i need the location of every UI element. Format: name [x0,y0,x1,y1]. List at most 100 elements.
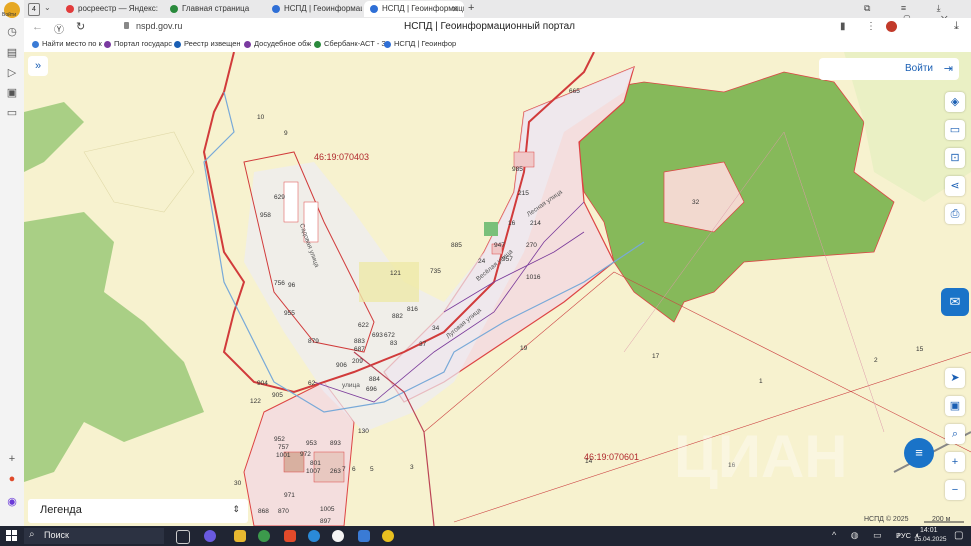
start-button[interactable] [6,530,18,542]
parcel-label[interactable]: 1016 [526,274,540,281]
legend-panel[interactable]: Легенда ⇕ [28,499,248,523]
parcel-label[interactable]: 971 [284,492,295,499]
parcel-label[interactable]: 1007 [306,468,320,475]
monitor-icon[interactable] [358,530,370,542]
parcel-label[interactable]: 893 [330,440,341,447]
parcel-label[interactable]: 7 [342,466,346,473]
new-tab-button[interactable]: + [468,2,474,14]
task-view-icon[interactable] [176,530,190,544]
video-icon[interactable]: ▷ [5,66,19,80]
app-icon[interactable] [204,530,216,542]
expand-panel-button[interactable]: » [28,56,48,76]
parcel-label[interactable]: 665 [569,88,580,95]
parcel-label[interactable]: 214 [530,220,541,227]
history-icon[interactable]: ◷ [5,25,19,39]
parcel-label[interactable]: 34 [432,325,439,332]
parcel-label[interactable]: 5 [370,466,374,473]
parcel-label[interactable]: 735 [430,268,441,275]
bookmark-item[interactable]: Реестр извещен [174,39,241,48]
menu-dots-icon[interactable]: ⋮ [866,21,876,32]
yandex-app-icon[interactable] [284,530,296,542]
bookmark-item[interactable]: Найти место по к [32,39,102,48]
minimap-button[interactable]: ▣ [945,396,965,416]
layers-button[interactable]: ◈ [945,92,965,112]
widget-icon[interactable]: ● [5,472,19,486]
ruler-button[interactable]: ▭ [945,120,965,140]
chat-button[interactable]: ✉ [941,288,969,316]
select-area-button[interactable]: ⊡ [945,148,965,168]
parcel-label[interactable]: 130 [358,428,369,435]
parcel-label[interactable]: 83 [390,340,397,347]
back-icon[interactable]: ← [32,21,43,33]
parcel-label[interactable]: 883 [354,338,365,345]
parcel-label[interactable]: 1 [759,378,763,385]
parcel-label[interactable]: 868 [258,508,269,515]
yandex-browser-icon[interactable] [332,530,344,542]
parcel-label[interactable]: 37 [419,341,426,348]
parcel-label[interactable]: 955 [284,310,295,317]
downloads-icon[interactable]: ⤓ [954,20,959,33]
parcel-label[interactable]: 882 [392,313,403,320]
parcel-label[interactable]: 24 [478,258,485,265]
parcel-label[interactable]: 3 [410,464,414,471]
parcel-label[interactable]: 687 [354,346,365,353]
close-tab-icon[interactable]: ✕ [451,1,459,17]
bookmarks-icon[interactable]: ▤ [5,46,19,60]
parcel-label[interactable]: 9 [284,130,288,137]
zoom-out-button[interactable]: − [945,480,965,500]
parcel-label[interactable]: 801 [310,460,321,467]
clock-time[interactable]: 14:01 [920,527,938,534]
tab-nspd-1[interactable]: НСПД | Геоинформацион [266,1,362,17]
parcel-label[interactable]: 696 [366,386,377,393]
parcel-label[interactable]: 947 [494,242,505,249]
locate-button[interactable]: ➤ [945,368,965,388]
yandex-icon[interactable]: Ⓨ [54,21,64,36]
parcel-label[interactable]: 884 [369,376,380,383]
store-icon[interactable] [382,530,394,542]
bookmark-star-icon[interactable]: ▮ [840,21,846,32]
parcel-label[interactable]: 879 [308,338,319,345]
explorer-icon[interactable] [234,530,246,542]
parcel-label[interactable]: 209 [352,358,363,365]
parcel-label[interactable]: 30 [234,480,241,487]
parcel-label[interactable]: 1005 [320,506,334,513]
parcel-label[interactable]: 17 [652,353,659,360]
parcel-label[interactable]: 16 [508,220,515,227]
apps-icon[interactable]: ▣ [5,86,19,100]
parcel-label[interactable]: 121 [390,270,401,277]
login-button[interactable]: Войти ⇥ [819,58,959,80]
parcel-label[interactable]: 15 [916,346,923,353]
parcel-label[interactable]: 270 [526,242,537,249]
parcel-label[interactable]: 905 [272,392,283,399]
parcel-label[interactable]: 816 [407,306,418,313]
search-map-button[interactable]: ⌕ [945,424,965,444]
chrome-icon[interactable] [258,530,270,542]
parcel-label[interactable]: 958 [260,212,271,219]
parcel-label[interactable]: 96 [288,282,295,289]
parcel-label[interactable]: 629 [274,194,285,201]
tab-nspd-active[interactable]: НСПД | Геоинформацио ✕ [364,1,464,17]
cadastral-map[interactable]: 46:19:070403 46:19:070601 665 10 9 629 9… [24,52,971,526]
url-field[interactable]: nspd.gov.ru [136,21,182,31]
assistant-button[interactable]: ≡ [904,438,934,468]
parcel-label[interactable]: 32 [692,199,699,206]
parcel-label[interactable]: 906 [336,362,347,369]
parcel-label[interactable]: 672 [384,332,395,339]
zoom-in-button[interactable]: + [945,452,965,472]
taskbar-search[interactable]: ⌕ Поиск [24,528,164,544]
parcel-label[interactable]: 19 [520,345,527,352]
notifications-icon[interactable]: ▢ [954,530,963,541]
share-button[interactable]: ⋖ [945,176,965,196]
parcel-label[interactable]: 985 [512,166,523,173]
tab-yandex[interactable]: росреестр — Яндекс: нашл [60,1,160,17]
parcel-label[interactable]: 972 [300,451,311,458]
parcel-label[interactable]: 2 [874,357,878,364]
system-tray-icons[interactable]: ^ ◍ ▭ ♪ ◐ [832,530,927,541]
parcel-label[interactable]: 6 [352,466,356,473]
parcel-label[interactable]: 756 [274,280,285,287]
parcel-label[interactable]: 122 [250,398,261,405]
bookmark-item[interactable]: Досудебное обж [244,39,311,48]
parcel-label[interactable]: 215 [518,190,529,197]
chevron-updown-icon[interactable]: ⇕ [232,504,240,515]
reload-icon[interactable]: ↻ [76,20,85,33]
